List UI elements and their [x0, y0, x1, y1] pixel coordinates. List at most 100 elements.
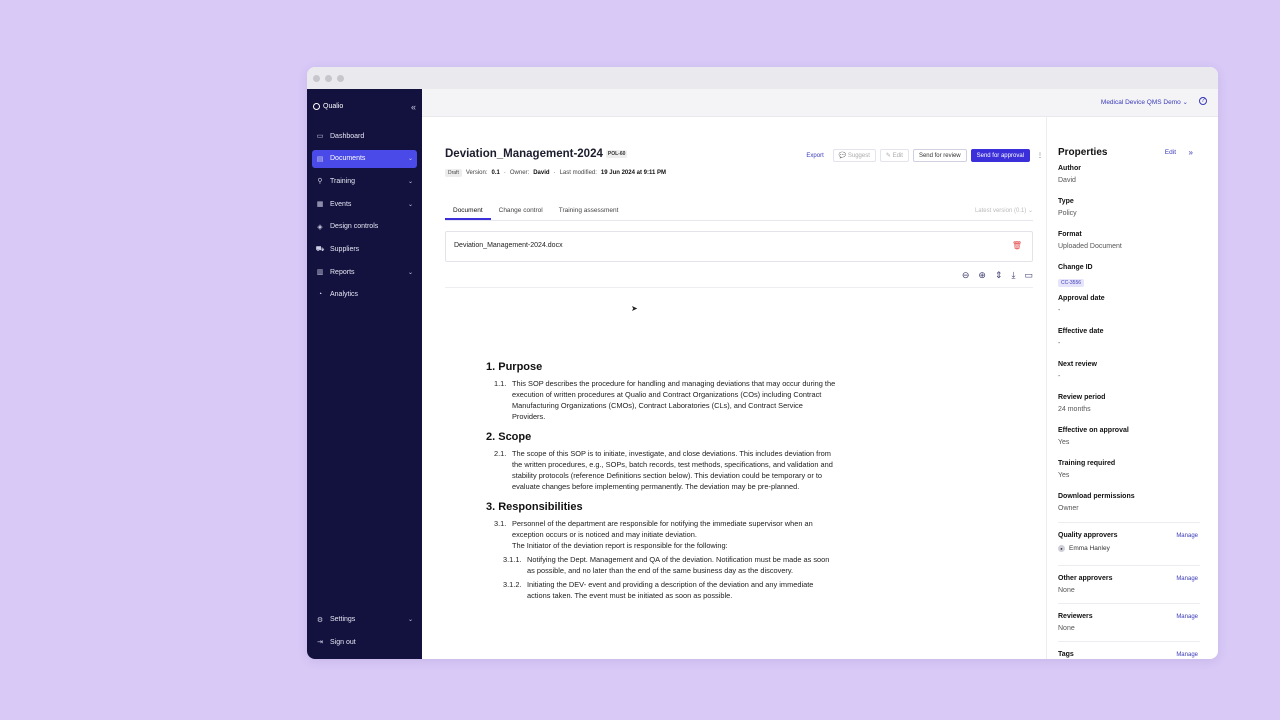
documents-icon: ▤: [316, 155, 324, 163]
prop-review-period: Review period 24 months: [1058, 394, 1198, 413]
version-label: Version:: [465, 170, 488, 176]
file-name[interactable]: Deviation_Management-2024.docx: [454, 242, 563, 249]
prop-approval-date: Approval date -: [1058, 295, 1198, 314]
properties-edit-button[interactable]: Edit: [1165, 149, 1176, 156]
approver-item: ● Emma Hanley: [1058, 545, 1198, 552]
paragraph: 3.1.2. Initiating the DEV- event and pro…: [486, 579, 836, 601]
events-icon: ▦: [316, 201, 324, 209]
chevron-down-icon[interactable]: ⌄: [408, 269, 413, 276]
comment-icon[interactable]: ▭: [1024, 270, 1033, 281]
collapse-sidebar-icon[interactable]: «: [411, 102, 416, 112]
sidebar-item-dashboard[interactable]: ▭ Dashboard: [312, 127, 417, 145]
collapse-panel-icon[interactable]: »: [1189, 148, 1193, 157]
prop-label: Format: [1058, 231, 1082, 238]
sidebar-item-label: Training: [330, 177, 356, 185]
workspace-selector[interactable]: Medical Device QMS Demo ⌄: [1101, 98, 1188, 106]
change-id-badge[interactable]: CC-3556: [1058, 279, 1085, 287]
paragraph-text: This SOP describes the procedure for han…: [512, 379, 836, 421]
paragraph: 3.1. Personnel of the department are res…: [486, 518, 836, 551]
manage-other-approvers-button[interactable]: Manage: [1176, 576, 1198, 582]
zoom-in-icon[interactable]: ⊕: [978, 270, 986, 281]
prop-value: Uploaded Document: [1058, 243, 1122, 250]
divider: [1058, 565, 1200, 566]
sidebar-item-label: Suppliers: [330, 245, 360, 253]
sidebar-item-label: Documents: [330, 155, 366, 163]
paragraph-number: 3.1.2.: [503, 580, 522, 589]
qualio-logo-icon: [313, 103, 320, 110]
sidebar-item-sign-out[interactable]: ⇥ Sign out: [312, 633, 417, 651]
topbar: Medical Device QMS Demo ⌄ ?: [422, 89, 1218, 117]
help-icon[interactable]: ?: [1199, 97, 1207, 105]
tab-document[interactable]: Document: [445, 207, 491, 220]
sidebar-item-design-controls[interactable]: ◈ Design controls: [312, 218, 417, 236]
brand-logo-group[interactable]: Qualio: [313, 103, 343, 110]
sidebar-item-documents[interactable]: ▤ Documents ⌄: [312, 149, 417, 168]
window-close-dot[interactable]: [313, 74, 320, 82]
window-maximize-dot[interactable]: [337, 74, 344, 82]
chevron-down-icon[interactable]: ⌄: [408, 201, 413, 208]
app-window: Qualio « ▭ Dashboard ▤ Documents ⌄ ⚲ Tra…: [307, 67, 1218, 659]
download-icon[interactable]: ⤓: [1012, 270, 1016, 281]
sidebar-bottom-nav: ⚙ Settings ⌄ ⇥ Sign out: [307, 611, 422, 656]
prop-training-required: Training required Yes: [1058, 460, 1198, 479]
more-options-icon[interactable]: ⋮: [1034, 149, 1046, 162]
chevron-down-icon[interactable]: ⌄: [408, 155, 413, 162]
prop-value: David: [1058, 177, 1076, 184]
sign-out-icon: ⇥: [317, 639, 323, 647]
send-for-review-button[interactable]: Send for review: [912, 149, 967, 162]
modified-value: 19 Jun 2024 at 9:11 PM: [600, 170, 666, 176]
prop-label: Review period: [1058, 394, 1106, 401]
document-content: 1. Purpose 1.1. This SOP describes the p…: [486, 361, 836, 604]
avatar: ●: [1058, 545, 1065, 552]
sidebar-item-reports[interactable]: ▥ Reports ⌄: [312, 263, 417, 281]
version-value: 0.1: [491, 170, 500, 176]
brand: Qualio «: [307, 89, 422, 115]
sidebar-item-label: Design controls: [330, 223, 379, 231]
manage-tags-button[interactable]: Manage: [1176, 652, 1198, 658]
tab-training-assessment[interactable]: Training assessment: [551, 207, 627, 220]
document-title: Deviation_Management-2024: [445, 148, 603, 160]
prop-value: Policy: [1058, 210, 1077, 217]
paragraph-text-line: Personnel of the department are responsi…: [512, 519, 813, 539]
divider: [1058, 522, 1200, 523]
trash-icon[interactable]: 🗑: [1012, 241, 1022, 250]
section-heading: 3. Responsibilities: [486, 501, 583, 513]
section-heading: 2. Scope: [486, 431, 532, 443]
prop-effective-on-approval: Effective on approval Yes: [1058, 427, 1198, 446]
dashboard-icon: ▭: [316, 133, 324, 140]
document-main: Deviation_Management-2024 POL-60 Draft Ve…: [422, 117, 1046, 659]
sidebar-item-training[interactable]: ⚲ Training ⌄: [312, 172, 417, 190]
page-title: Deviation_Management-2024 POL-60: [445, 148, 628, 160]
prop-value: None: [1058, 625, 1075, 632]
sidebar: Qualio « ▭ Dashboard ▤ Documents ⌄ ⚲ Tra…: [307, 89, 422, 659]
section-heading: 1. Purpose: [486, 361, 543, 373]
fit-page-icon[interactable]: ⇕: [995, 270, 1003, 281]
manage-quality-approvers-button[interactable]: Manage: [1176, 533, 1198, 539]
chevron-down-icon[interactable]: ⌄: [408, 616, 413, 623]
sidebar-item-analytics[interactable]: ◔ Analytics: [312, 286, 417, 304]
version-selector[interactable]: Latest version (0.1) ⌄: [975, 207, 1033, 214]
tab-change-control[interactable]: Change control: [491, 207, 551, 220]
prop-value: -: [1058, 340, 1061, 347]
sidebar-item-events[interactable]: ▦ Events ⌄: [312, 195, 417, 213]
window-minimize-dot[interactable]: [325, 74, 332, 82]
sidebar-item-settings[interactable]: ⚙ Settings ⌄: [312, 611, 417, 629]
send-for-approval-button[interactable]: Send for approval: [970, 149, 1030, 162]
sidebar-item-suppliers[interactable]: ⛟ Suppliers: [312, 240, 417, 258]
manage-reviewers-button[interactable]: Manage: [1176, 614, 1198, 620]
prop-value: -: [1058, 307, 1061, 314]
prop-change-id: Change ID CC-3556: [1058, 264, 1198, 289]
document-code-badge: POL-60: [605, 149, 628, 158]
zoom-out-icon[interactable]: ⊖: [962, 270, 970, 281]
document-actions: Export 💬 Suggest ✎ Edit Send for review …: [801, 149, 1046, 162]
prop-label: Next review: [1058, 361, 1097, 368]
chevron-down-icon[interactable]: ⌄: [408, 178, 413, 185]
edit-button[interactable]: ✎ Edit: [879, 149, 909, 162]
paragraph-text: The scope of this SOP is to initiate, in…: [512, 449, 833, 491]
suggest-button[interactable]: 💬 Suggest: [832, 149, 876, 162]
export-button[interactable]: Export: [801, 149, 829, 162]
prop-label: Effective on approval: [1058, 427, 1129, 434]
modified-label: Last modified:: [559, 170, 597, 176]
status-badge: Draft: [445, 169, 462, 177]
paragraph-number: 3.1.1.: [503, 555, 522, 564]
